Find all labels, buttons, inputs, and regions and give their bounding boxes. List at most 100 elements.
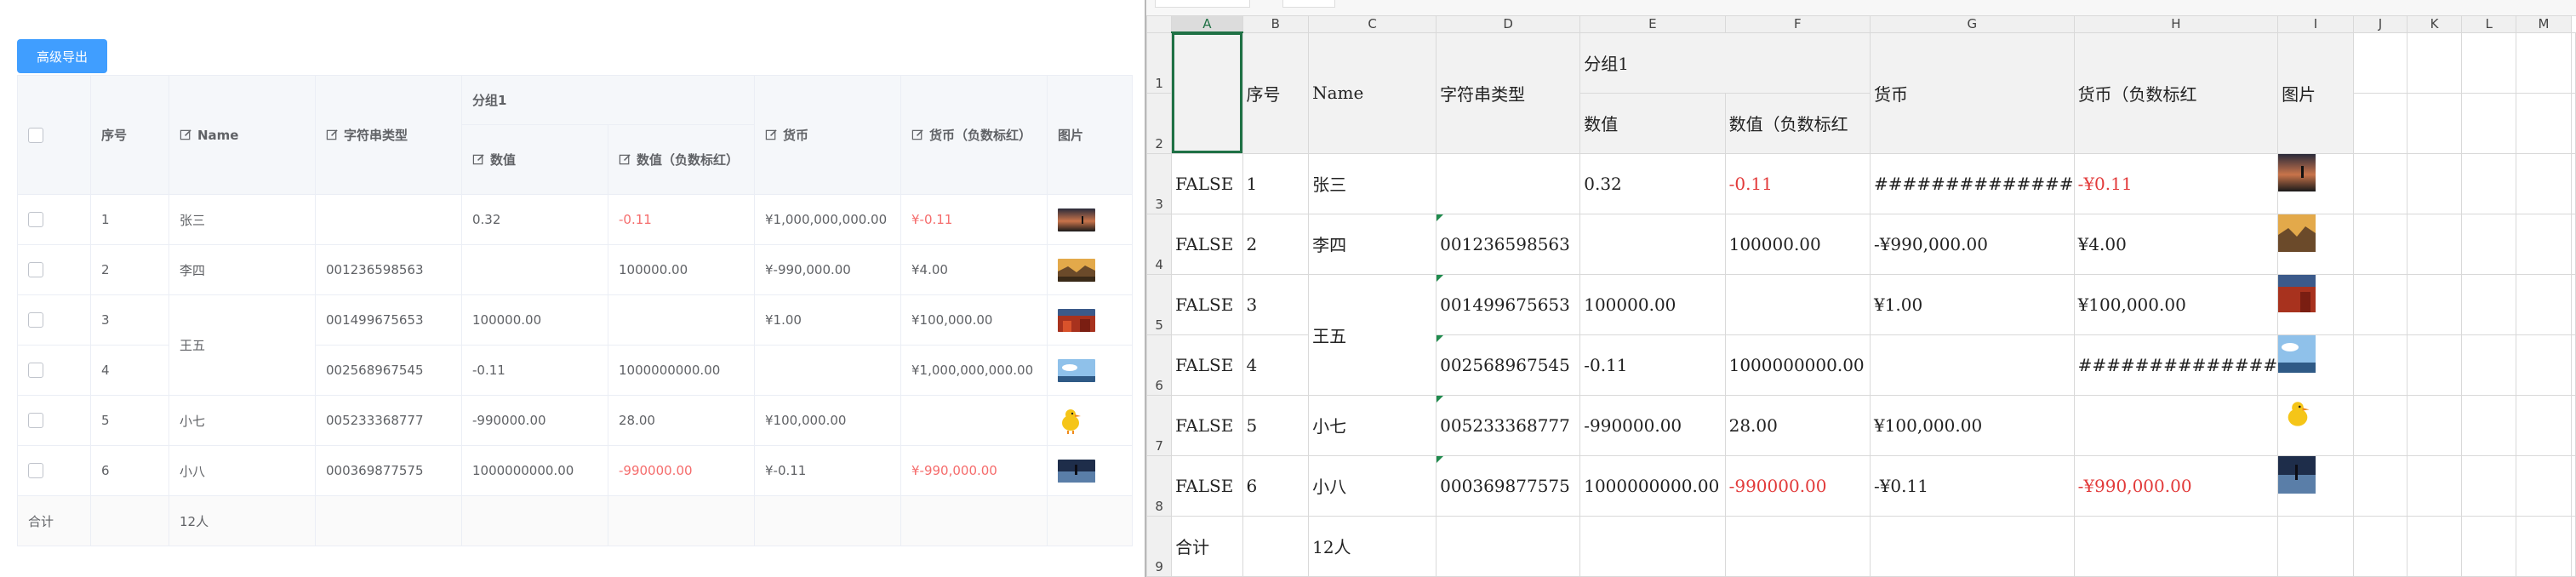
table-row[interactable]: 2 李四 001236598563 100000.00 ¥-990,000.00… — [17, 244, 1133, 295]
sheet-cell[interactable]: 1 — [1242, 152, 1310, 214]
sheet-cell[interactable]: 2 — [1242, 213, 1310, 275]
sheet-cell-text-number[interactable]: 000369877575 — [1436, 454, 1581, 517]
sheet-cell[interactable]: 小七 — [1308, 394, 1437, 456]
row-number[interactable]: 2 — [1146, 92, 1173, 154]
sheet-cell[interactable] — [1579, 213, 1726, 275]
sheet-cell-text-number[interactable]: 001236598563 — [1436, 213, 1581, 275]
sheet-cell[interactable]: FALSE — [1171, 213, 1243, 275]
sheet-header-name[interactable]: Name — [1308, 31, 1437, 154]
lake-night-thumbnail[interactable] — [2278, 456, 2316, 494]
row-number[interactable]: 7 — [1146, 394, 1173, 456]
lake-night-thumbnail[interactable] — [1058, 459, 1095, 483]
sheet-header-index[interactable]: 序号 — [1242, 31, 1310, 154]
row-checkbox[interactable] — [28, 363, 43, 379]
sheet-cell[interactable]: -¥990,000.00 — [2073, 454, 2279, 517]
sheet-cell[interactable]: 100000.00 — [1579, 273, 1726, 335]
cell-image[interactable] — [1047, 395, 1133, 446]
row-number[interactable]: 6 — [1146, 334, 1173, 396]
col-header-number-neg[interactable]: 数值（负数标红） — [608, 124, 755, 195]
sheet-cell[interactable]: 100000.00 — [1724, 213, 1871, 275]
row-checkbox[interactable] — [28, 262, 43, 278]
sheet-image-cell[interactable] — [2277, 334, 2354, 396]
table-row[interactable]: 1 张三 0.32 -0.11 ¥1,000,000,000.00 ¥-0.11 — [17, 194, 1133, 245]
name-box[interactable] — [1155, 0, 1250, 8]
sheet-header-str-type[interactable]: 字符串类型 — [1436, 31, 1581, 154]
sheet-cell[interactable]: FALSE — [1171, 394, 1243, 456]
sheet-header-number[interactable]: 数值 — [1579, 92, 1726, 154]
sheet-cell-text-number[interactable]: 001499675653 — [1436, 273, 1581, 335]
sheet-cell[interactable]: 28.00 — [1724, 394, 1871, 456]
table-row[interactable]: 5 小七 005233368777 -990000.00 28.00 ¥100,… — [17, 395, 1133, 446]
sheet-cell[interactable]: ############## — [2073, 334, 2279, 396]
sheet-image-cell[interactable] — [2277, 394, 2354, 456]
dusk-figure-thumbnail[interactable] — [1058, 208, 1095, 231]
red-forest-thumbnail[interactable] — [2278, 275, 2316, 312]
sheet-cell[interactable] — [2073, 394, 2279, 456]
col-header-currency-neg[interactable]: 货币（负数标红） — [900, 75, 1048, 195]
col-header-image[interactable]: 图片 — [1047, 75, 1133, 195]
cell-image[interactable] — [1047, 294, 1133, 346]
sheet-header-group[interactable]: 分组1 — [1579, 31, 1871, 94]
row-number[interactable]: 4 — [1146, 213, 1173, 275]
column-header-a[interactable]: A — [1171, 15, 1243, 33]
sheet-cell[interactable]: -990000.00 — [1724, 454, 1871, 517]
sheet-cell[interactable]: ¥100,000.00 — [2073, 273, 2279, 335]
column-header-k[interactable]: K — [2406, 15, 2463, 33]
row-number[interactable]: 5 — [1146, 273, 1173, 335]
sheet-cell[interactable]: 6 — [1242, 454, 1310, 517]
row-checkbox[interactable] — [28, 312, 43, 328]
column-header-d[interactable]: D — [1436, 15, 1581, 33]
col-header-currency[interactable]: 货币 — [754, 75, 901, 195]
yellow-duck-thumbnail[interactable] — [1058, 406, 1083, 435]
col-header-str-type[interactable]: 字符串类型 — [315, 75, 462, 195]
column-header-h[interactable]: H — [2073, 15, 2279, 33]
col-header-index[interactable]: 序号 — [90, 75, 169, 195]
row-number[interactable]: 1 — [1146, 31, 1173, 94]
cell-image[interactable] — [1047, 445, 1133, 496]
sheet-cell[interactable]: ¥100,000.00 — [1869, 394, 2075, 456]
row-checkbox[interactable] — [28, 212, 43, 228]
column-header-e[interactable]: E — [1579, 15, 1726, 33]
table-row[interactable]: 3 王五 001499675653 100000.00 ¥1.00 ¥100,0… — [17, 294, 1133, 396]
sheet-summary-name[interactable]: 12人 — [1308, 515, 1437, 577]
row-checkbox[interactable] — [28, 463, 43, 479]
column-header-f[interactable]: F — [1724, 15, 1871, 33]
sheet-cell[interactable]: 3 — [1242, 273, 1310, 335]
row-checkbox[interactable] — [28, 413, 43, 429]
sheet-header-number-neg[interactable]: 数值（负数标红 — [1724, 92, 1871, 154]
sheet-cell[interactable]: ############## — [1869, 152, 2075, 214]
column-header-b[interactable]: B — [1242, 15, 1310, 33]
column-header-g[interactable]: G — [1869, 15, 2075, 33]
sheet-cell[interactable] — [1436, 152, 1581, 214]
dusk-figure-thumbnail[interactable] — [2278, 154, 2316, 191]
advanced-export-button[interactable]: 高级导出 — [17, 39, 107, 73]
cell-image[interactable] — [1047, 345, 1133, 396]
sheet-cell[interactable]: 1000000000.00 — [1579, 454, 1726, 517]
sheet-header-image[interactable]: 图片 — [2277, 31, 2354, 154]
formula-box[interactable] — [1282, 0, 1335, 8]
sheet-summary-label[interactable]: 合计 — [1171, 515, 1243, 577]
sheet-cell[interactable]: FALSE — [1171, 334, 1243, 396]
sheet-header-currency-neg[interactable]: 货币（负数标红 — [2073, 31, 2279, 154]
sheet-cell[interactable]: -¥0.11 — [1869, 454, 2075, 517]
column-header-i[interactable]: I — [2277, 15, 2354, 33]
row-number[interactable]: 9 — [1146, 515, 1173, 577]
sheet-cell[interactable]: 0.32 — [1579, 152, 1726, 214]
yellow-duck-thumbnail[interactable] — [2283, 397, 2312, 431]
row-number[interactable]: 8 — [1146, 454, 1173, 517]
column-header-l[interactable]: L — [2461, 15, 2517, 33]
row-number[interactable]: 3 — [1146, 152, 1173, 214]
sheet-image-cell[interactable] — [2277, 213, 2354, 275]
sheet-cell[interactable]: -¥990,000.00 — [1869, 213, 2075, 275]
sheet-cell[interactable]: FALSE — [1171, 273, 1243, 335]
red-forest-thumbnail[interactable] — [1058, 308, 1095, 332]
blue-sky-thumbnail[interactable] — [2278, 335, 2316, 373]
sheet-cell[interactable]: 1000000000.00 — [1724, 334, 1871, 396]
column-header-c[interactable]: C — [1308, 15, 1437, 33]
column-header-j[interactable]: J — [2352, 15, 2408, 33]
sheet-cell[interactable] — [1724, 273, 1871, 335]
table-row[interactable]: 6 小八 000369877575 1000000000.00 -990000.… — [17, 445, 1133, 496]
sheet-cell[interactable]: FALSE — [1171, 454, 1243, 517]
sheet-cell[interactable]: -0.11 — [1724, 152, 1871, 214]
cell-image[interactable] — [1047, 244, 1133, 295]
